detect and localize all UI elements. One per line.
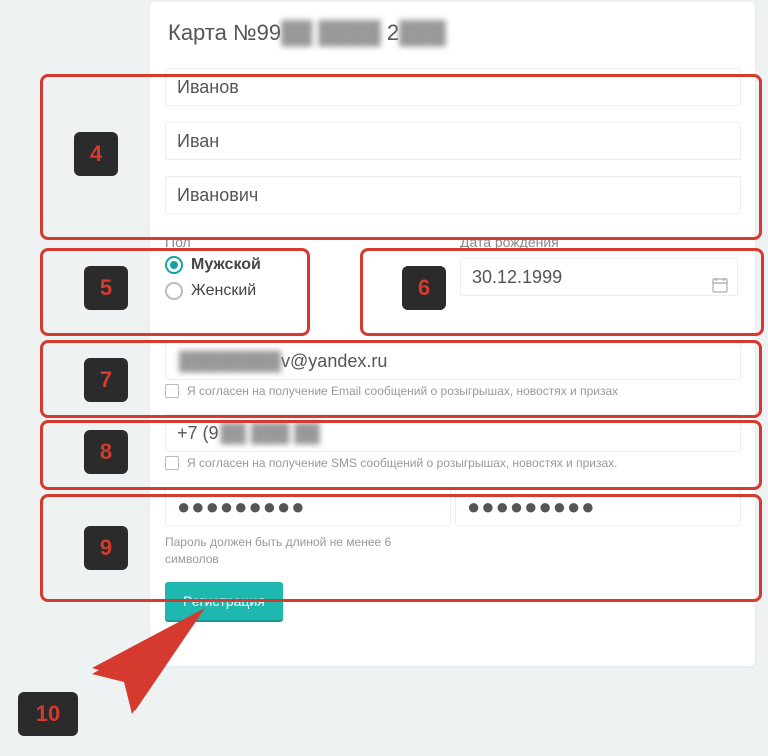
card-title: Карта №99██ ████ 2███ [168, 20, 446, 46]
title-blur-2: ███ [399, 20, 446, 45]
annotation-box-8 [40, 420, 762, 490]
annotation-number-4: 4 [74, 132, 118, 176]
annotation-number-7: 7 [84, 358, 128, 402]
annotation-box-9 [40, 494, 762, 602]
annotation-box-7 [40, 340, 762, 418]
annotation-box-4 [40, 74, 762, 240]
annotation-number-9: 9 [84, 526, 128, 570]
annotation-number-6: 6 [402, 266, 446, 310]
title-blur-1: ██ ████ [281, 20, 381, 45]
title-prefix: Карта №99 [168, 20, 281, 45]
annotation-arrow-icon [80, 606, 210, 736]
annotation-number-5: 5 [84, 266, 128, 310]
annotation-number-8: 8 [84, 430, 128, 474]
annotation-box-5 [40, 248, 310, 336]
annotation-number-10: 10 [18, 692, 78, 736]
title-suffix: 2 [381, 20, 399, 45]
